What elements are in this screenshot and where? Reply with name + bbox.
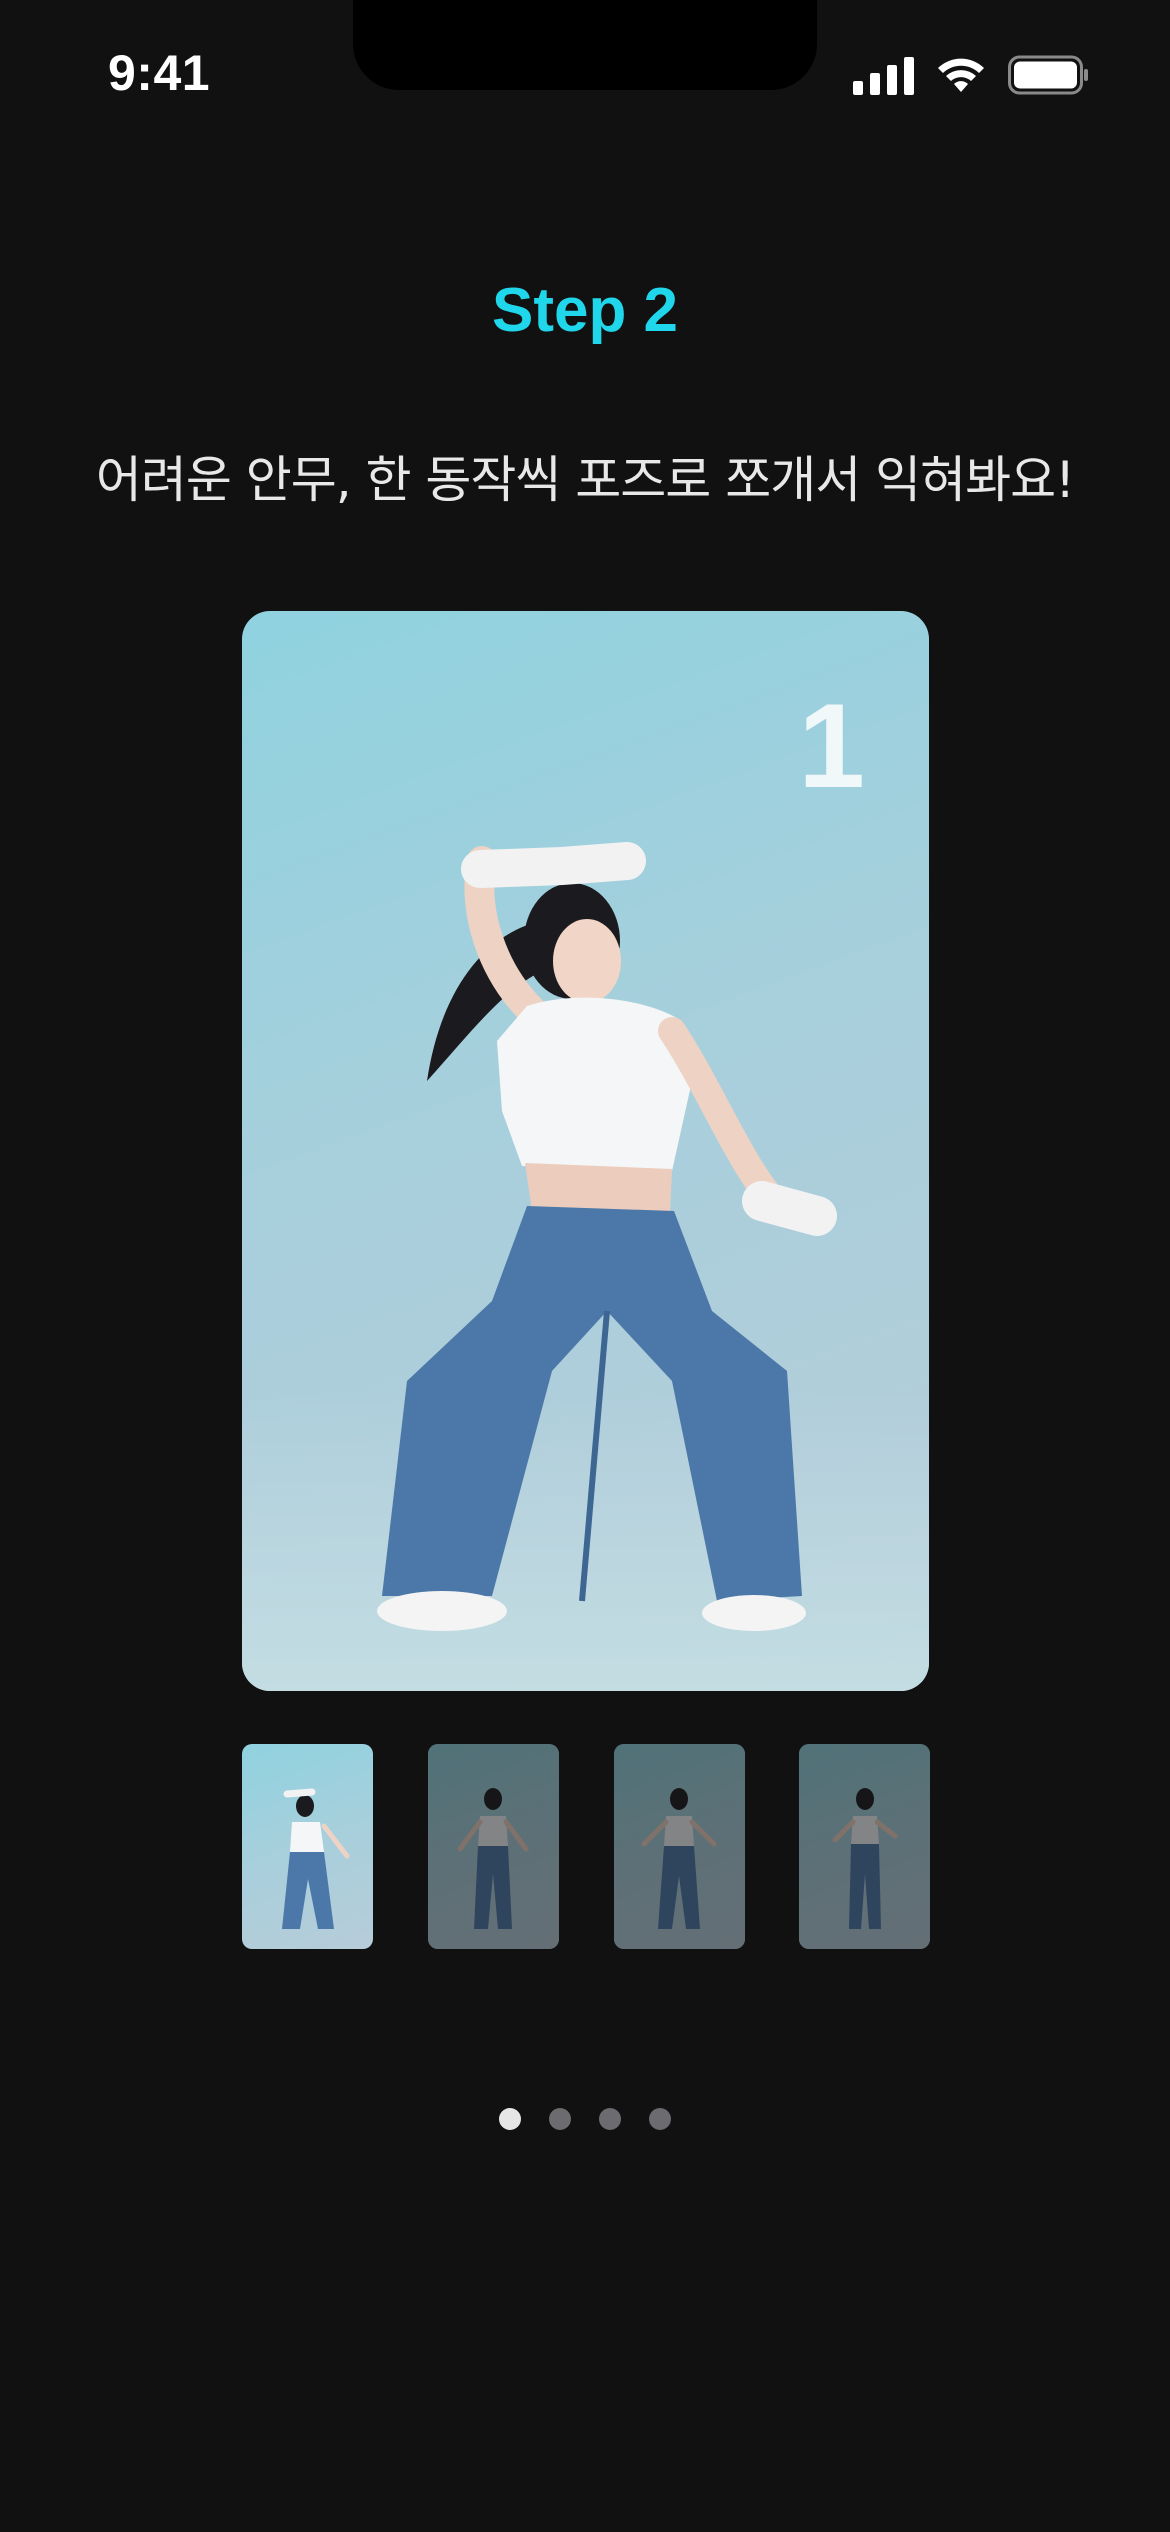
- dancer-thumbnail-image: [457, 1788, 529, 1929]
- pose-thumbnail-4[interactable]: [799, 1744, 930, 1949]
- wifi-icon: [936, 56, 986, 94]
- page-indicator: [0, 2108, 1170, 2130]
- pose-thumbnail-strip: [242, 1744, 930, 1949]
- battery-icon: [1008, 55, 1090, 95]
- pose-image-card[interactable]: 1: [242, 611, 929, 1691]
- signal-icon: [853, 55, 914, 95]
- pose-thumbnail-1[interactable]: [242, 1744, 373, 1949]
- step-description: 어려운 안무, 한 동작씩 포즈로 쪼개서 익혀봐요!: [95, 451, 1075, 509]
- dancer-thumbnail-image: [641, 1788, 717, 1929]
- page-dot-3[interactable]: [599, 2108, 621, 2130]
- dynamic-island: [353, 0, 817, 90]
- status-icons: [853, 55, 1090, 95]
- page-dot-1[interactable]: [499, 2108, 521, 2130]
- dancer-thumbnail-image: [832, 1788, 898, 1929]
- pose-thumbnail-3[interactable]: [614, 1744, 745, 1949]
- dancer-thumbnail-image: [282, 1788, 350, 1929]
- page-dot-2[interactable]: [549, 2108, 571, 2130]
- step-title: Step 2: [491, 276, 679, 345]
- pose-number: 1: [798, 679, 865, 813]
- page-dot-4[interactable]: [649, 2108, 671, 2130]
- status-time: 9:41: [108, 45, 211, 101]
- onboarding-screen: 9:41 Step 2 어려운 안무, 한 동작씩 포즈로 쪼개서 익혀봐요!: [0, 0, 1170, 2532]
- pose-thumbnail-2[interactable]: [428, 1744, 559, 1949]
